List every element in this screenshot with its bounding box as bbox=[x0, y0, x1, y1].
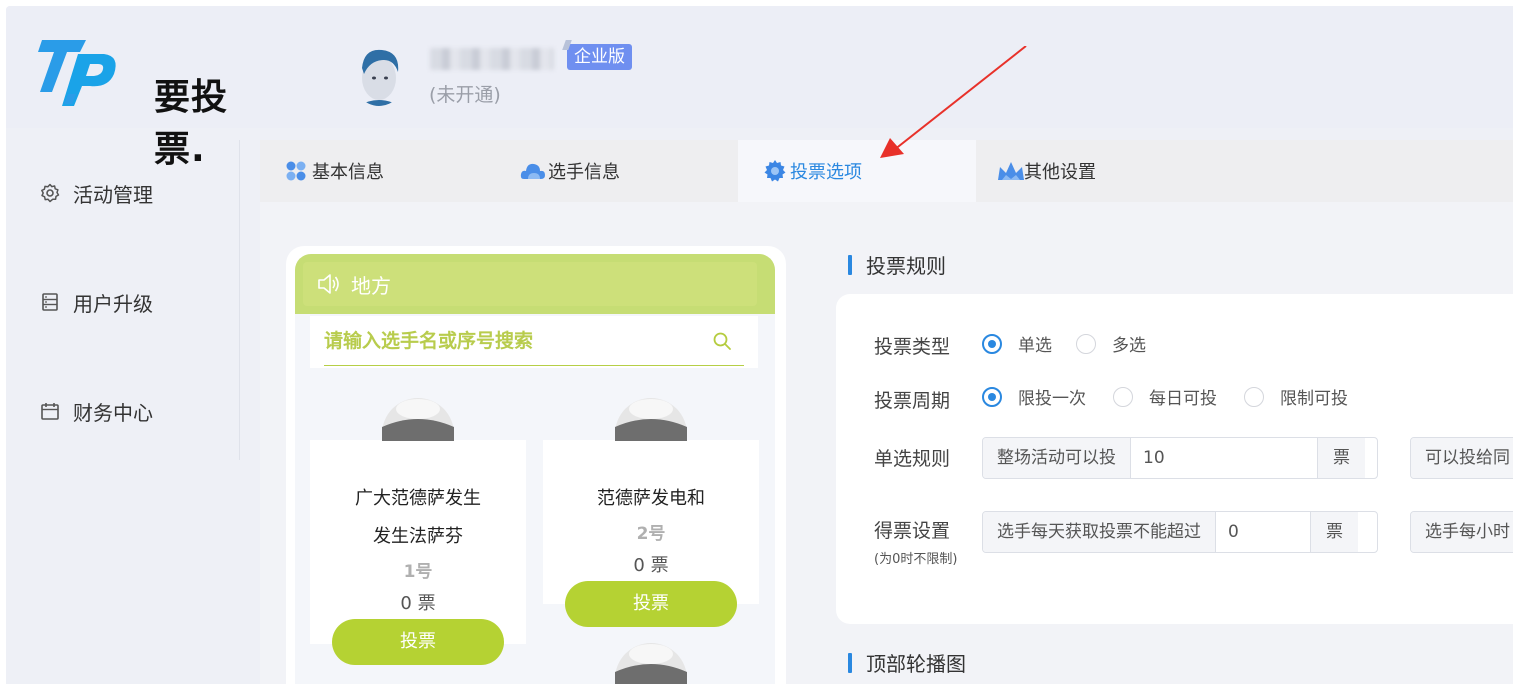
candidate-name-line2: 发生法萨芬 bbox=[373, 526, 463, 547]
candidate-name: 广大范德萨发生 bbox=[355, 488, 481, 509]
radio-label: 多选 bbox=[1112, 336, 1146, 356]
list-icon bbox=[40, 292, 60, 312]
candidate-card[interactable]: 范德萨发电和 2号 0 票 bbox=[543, 440, 759, 604]
vote-button[interactable]: 投票 bbox=[332, 619, 504, 665]
vote-setting-group: 选手每天获取投票不能超过 票 bbox=[982, 511, 1378, 553]
candidate-photo bbox=[381, 397, 455, 441]
vote-setting-group-2: 选手每小时 bbox=[1410, 511, 1513, 553]
header: 要投票. 企业版 (未开通) bbox=[6, 6, 1513, 170]
speaker-icon bbox=[317, 273, 341, 295]
section-title-text: 顶部轮播图 bbox=[866, 652, 966, 676]
subscription-status: (未开通) bbox=[429, 84, 501, 106]
phone-preview: 地方 广大范德萨发生 发生法萨芬 1号 0 票 bbox=[286, 246, 786, 684]
candidate-photo bbox=[614, 642, 688, 684]
radio-daily[interactable]: 每日可投 bbox=[1113, 384, 1217, 409]
sidebar-divider bbox=[239, 140, 240, 460]
candidate-card[interactable]: 广大范德萨发生 发生法萨芬 1号 0 票 bbox=[310, 440, 526, 644]
total-votes-input[interactable] bbox=[1131, 438, 1317, 478]
radio-dot-checked bbox=[982, 333, 1002, 354]
notice-text: 地方 bbox=[351, 273, 391, 298]
input-prefix: 整场活动可以投 bbox=[983, 438, 1131, 478]
candidate-photo bbox=[614, 397, 688, 441]
radio-dot bbox=[1113, 386, 1133, 407]
brand-logo[interactable]: 要投票. bbox=[34, 30, 264, 170]
tab-bar: 基本信息 选手信息 投票选项 其他设置 bbox=[260, 140, 1513, 202]
vote-type-label: 投票类型 bbox=[874, 336, 951, 358]
tab-label: 选手信息 bbox=[548, 162, 620, 183]
radio-dot bbox=[1244, 386, 1264, 407]
preview-screen: 地方 广大范德萨发生 发生法萨芬 1号 0 票 bbox=[295, 254, 775, 684]
tab-label: 其他设置 bbox=[1024, 162, 1096, 183]
sidebar: 活动管理 用户升级 财务中心 bbox=[6, 128, 240, 458]
section-title-rules: 投票规则 bbox=[848, 250, 946, 279]
radio-single[interactable]: 单选 bbox=[982, 331, 1052, 356]
calendar-icon bbox=[40, 401, 60, 421]
tab-vote-options[interactable]: 投票选项 bbox=[738, 140, 976, 202]
vote-setting-note: (为0时不限制) bbox=[874, 552, 958, 567]
input-prefix: 选手每小时 bbox=[1411, 512, 1513, 552]
single-rule-group-2: 可以投给同 bbox=[1410, 437, 1513, 479]
vote-button[interactable]: 投票 bbox=[565, 581, 737, 627]
radio-label: 限制可投 bbox=[1280, 389, 1348, 409]
candidate-search bbox=[310, 316, 758, 368]
username-blurred bbox=[430, 48, 554, 70]
daily-limit-input[interactable] bbox=[1216, 512, 1310, 552]
radio-once[interactable]: 限投一次 bbox=[982, 384, 1086, 409]
candidate-votes: 0 票 bbox=[633, 555, 669, 576]
search-input[interactable] bbox=[324, 316, 744, 366]
sidebar-item-label: 用户升级 bbox=[73, 291, 153, 316]
sidebar-item-label: 活动管理 bbox=[73, 182, 153, 207]
radio-dot-checked bbox=[982, 386, 1002, 407]
input-suffix: 票 bbox=[1310, 512, 1358, 552]
logo-mark-icon bbox=[38, 40, 116, 106]
vote-period-label: 投票周期 bbox=[874, 390, 951, 412]
radio-limited[interactable]: 限制可投 bbox=[1244, 384, 1348, 409]
radio-multiple[interactable]: 多选 bbox=[1076, 331, 1146, 356]
tab-candidate-info[interactable]: 选手信息 bbox=[520, 140, 730, 202]
sidebar-item-activity[interactable]: 活动管理 bbox=[40, 178, 153, 208]
tab-other-settings[interactable]: 其他设置 bbox=[996, 140, 1216, 202]
dots-icon bbox=[284, 159, 310, 183]
avatar[interactable] bbox=[352, 44, 406, 106]
sidebar-item-label: 财务中心 bbox=[73, 400, 153, 425]
enterprise-badge[interactable]: 企业版 bbox=[567, 44, 632, 70]
section-title-carousel: 顶部轮播图 bbox=[848, 648, 966, 677]
radio-label: 每日可投 bbox=[1149, 389, 1217, 409]
crown-icon bbox=[996, 159, 1024, 183]
input-prefix: 选手每天获取投票不能超过 bbox=[983, 512, 1216, 552]
radio-dot bbox=[1076, 333, 1096, 354]
vote-setting-label: 得票设置 bbox=[874, 520, 951, 542]
cloud-icon bbox=[520, 159, 546, 183]
tab-label: 基本信息 bbox=[312, 162, 384, 183]
notice-bar: 地方 bbox=[295, 254, 775, 314]
app-window: 要投票. 企业版 (未开通) 活动管理 用户升级 财务中心 基本信息 选手信息 … bbox=[6, 6, 1513, 684]
tab-label: 投票选项 bbox=[790, 162, 862, 183]
candidate-number: 1号 bbox=[403, 562, 433, 582]
rules-card: 投票类型 单选 多选 投票周期 限投一次 每日可投 限制可投 单选规则 整场活动… bbox=[836, 294, 1513, 624]
section-title-text: 投票规则 bbox=[866, 254, 946, 278]
notice-content: 地方 bbox=[303, 262, 757, 306]
candidate-votes: 0 票 bbox=[400, 593, 436, 614]
main-content: 基本信息 选手信息 投票选项 其他设置 地方 请输入选手名或序号搜索 广大范德萨… bbox=[260, 140, 1513, 684]
sidebar-item-finance[interactable]: 财务中心 bbox=[40, 396, 153, 426]
single-rule-group: 整场活动可以投 票 bbox=[982, 437, 1378, 479]
candidate-name: 范德萨发电和 bbox=[597, 488, 705, 509]
candidate-number: 2号 bbox=[636, 524, 666, 544]
single-rule-label: 单选规则 bbox=[874, 448, 951, 470]
radio-label: 限投一次 bbox=[1018, 389, 1086, 409]
gear-icon bbox=[40, 183, 60, 203]
tab-basic-info[interactable]: 基本信息 bbox=[284, 140, 504, 202]
radio-label: 单选 bbox=[1018, 336, 1052, 356]
input-suffix: 票 bbox=[1317, 438, 1365, 478]
search-icon[interactable] bbox=[712, 331, 732, 351]
gear-icon bbox=[762, 159, 788, 183]
input-prefix: 可以投给同 bbox=[1411, 438, 1513, 478]
sidebar-item-upgrade[interactable]: 用户升级 bbox=[40, 287, 153, 317]
